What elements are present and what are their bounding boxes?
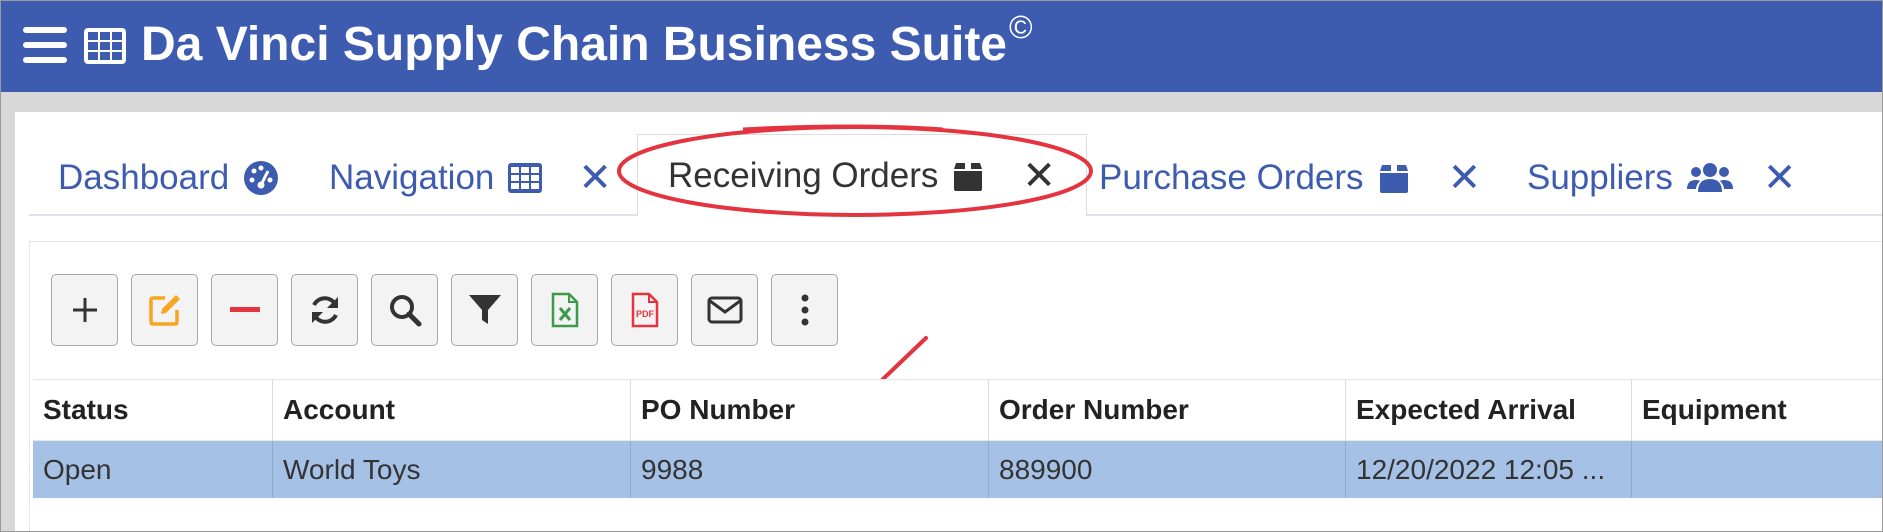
hamburger-menu-icon[interactable]: [23, 27, 67, 63]
cell-po-number: 9988: [641, 453, 704, 485]
receiving-orders-grid: Status Account PO Number Order Number Ex…: [33, 379, 1882, 498]
more-options-button[interactable]: [771, 274, 838, 346]
cell-expected-arrival: 12/20/2022 12:05 ...: [1356, 453, 1606, 485]
annotation-ellipse: [617, 124, 1093, 217]
tab-label: Suppliers: [1527, 158, 1673, 197]
filter-icon: [468, 295, 501, 324]
close-tab-icon[interactable]: ✕: [1763, 158, 1797, 198]
column-header-equipment[interactable]: Equipment: [1632, 380, 1882, 440]
left-gutter: [1, 112, 15, 531]
dashboard-gauge-icon: [243, 160, 279, 196]
edit-icon: [148, 295, 180, 326]
column-header-account[interactable]: Account: [273, 380, 630, 440]
close-tab-icon[interactable]: ✕: [578, 158, 612, 198]
delete-icon: [229, 307, 260, 312]
filter-button[interactable]: [451, 274, 518, 346]
cell-order-number: 889900: [999, 453, 1093, 485]
tab-label: Purchase Orders: [1099, 158, 1364, 197]
header-spacer: [1, 92, 1882, 112]
app-title: Da Vinci Supply Chain Business Suite©: [141, 9, 1033, 71]
add-icon: [72, 298, 97, 322]
refresh-button[interactable]: [291, 274, 358, 346]
close-tab-icon[interactable]: ✕: [1448, 158, 1482, 198]
app-header: Da Vinci Supply Chain Business Suite©: [1, 1, 1882, 92]
tab-label: Dashboard: [58, 158, 230, 197]
column-header-status[interactable]: Status: [33, 380, 272, 440]
column-header-po-number[interactable]: PO Number: [631, 380, 988, 440]
delete-button[interactable]: [211, 274, 278, 346]
table-row[interactable]: Open World Toys 9988 889900 12/20/2022 1…: [33, 441, 1882, 498]
box-icon: [1378, 163, 1410, 193]
excel-export-icon: [551, 292, 578, 328]
cell-account: World Toys: [283, 453, 421, 485]
tab-label: Navigation: [329, 158, 495, 197]
pdf-export-button[interactable]: PDF: [611, 274, 678, 346]
column-header-expected-arrival[interactable]: Expected Arrival: [1346, 380, 1631, 440]
cell-status: Open: [43, 453, 112, 485]
email-button[interactable]: [691, 274, 758, 346]
grid-toolbar: PDF: [51, 274, 851, 346]
tab-purchase-orders[interactable]: Purchase Orders ✕: [1099, 141, 1481, 215]
search-icon: [389, 295, 421, 327]
add-button[interactable]: [51, 274, 118, 346]
tab-dashboard[interactable]: Dashboard: [58, 141, 279, 215]
column-header-order-number[interactable]: Order Number: [989, 380, 1345, 440]
email-icon: [707, 296, 742, 324]
users-icon: [1686, 162, 1733, 194]
tab-suppliers[interactable]: Suppliers ✕: [1527, 141, 1796, 215]
tab-navigation[interactable]: Navigation ✕: [329, 141, 612, 215]
edit-button[interactable]: [131, 274, 198, 346]
grid-app-icon[interactable]: [83, 27, 127, 65]
refresh-icon: [311, 296, 338, 324]
grid-header-row: Status Account PO Number Order Number Ex…: [33, 379, 1882, 441]
grid-table-icon: [508, 163, 543, 193]
more-options-icon: [801, 294, 808, 326]
pdf-icon-label: PDF: [636, 309, 655, 319]
search-button[interactable]: [371, 274, 438, 346]
copyright-symbol: ©: [1009, 9, 1033, 45]
cell-equipment: [1632, 441, 1882, 498]
pdf-export-icon: PDF: [631, 292, 658, 328]
excel-export-button[interactable]: [531, 274, 598, 346]
app-window: Da Vinci Supply Chain Business Suite© Da…: [0, 0, 1883, 532]
